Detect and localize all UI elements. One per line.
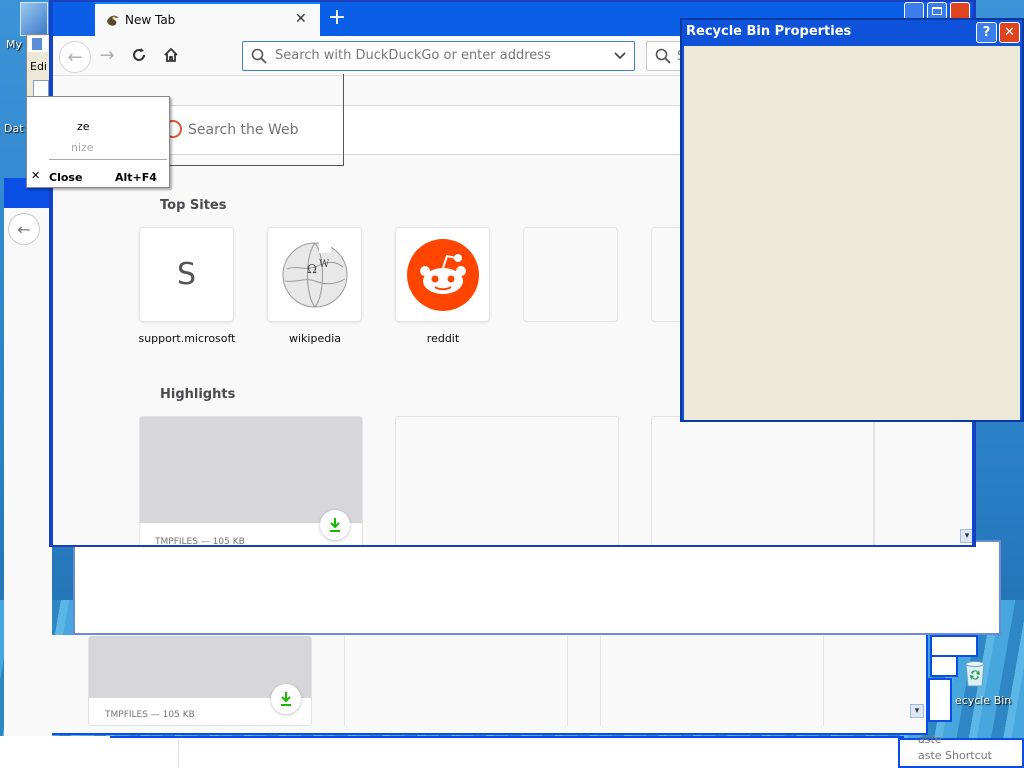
top-site-tile-wikipedia[interactable]: Ω W — [267, 227, 362, 322]
highlight-empty-slot — [395, 416, 619, 545]
highlight-card[interactable]: TMPFILES — 105 KB — [139, 416, 363, 545]
back-highlight-empty-2 — [600, 636, 824, 726]
recycle-bin-properties-dialog: Recycle Bin Properties ? ✕ — [680, 18, 1024, 422]
stacked-window-edge-2 — [930, 655, 958, 677]
scroll-down-arrow[interactable]: ▾ — [960, 529, 972, 543]
paste-shortcut-menu-item[interactable]: aste Shortcut — [918, 749, 992, 762]
recycle-bin-label: ecycle Bin — [955, 694, 1012, 707]
help-icon: ? — [982, 25, 991, 40]
back-download-icon[interactable] — [271, 684, 301, 714]
background-window-icon — [28, 36, 48, 52]
close-menu-icon: ✕ — [31, 169, 41, 182]
maximize-icon — [932, 7, 942, 15]
top-site-letter: S — [176, 257, 197, 292]
wikipedia-globe-icon: Ω W — [282, 242, 347, 307]
url-bar[interactable] — [242, 41, 635, 71]
paste-menu-item[interactable]: aste — [918, 733, 942, 746]
top-site-tile-support-microsoft[interactable]: S — [139, 227, 234, 322]
bottom-window-strip-inner — [178, 738, 898, 768]
highlights-heading: Highlights — [160, 387, 236, 402]
highlight-thumbnail — [140, 417, 362, 523]
menu-item-close[interactable]: Close — [49, 171, 82, 184]
highlight-empty-slot — [651, 416, 875, 545]
svg-text:W: W — [319, 259, 330, 270]
top-site-tile-reddit[interactable] — [395, 227, 490, 322]
searchbar-search-icon — [655, 48, 671, 67]
top-site-label-support-microsoft: support.microsoft — [138, 332, 236, 345]
stacked-window-edge-3 — [928, 678, 952, 722]
my-computer-icon[interactable] — [20, 2, 48, 36]
url-dropdown-chevron-icon[interactable] — [613, 48, 627, 65]
home-icon — [164, 47, 178, 62]
dialog-close-button[interactable]: ✕ — [999, 22, 1020, 43]
stacked-window-edge-1 — [930, 635, 978, 657]
top-sites-heading: Top Sites — [160, 198, 227, 213]
tab-title: New Tab — [125, 13, 176, 27]
url-input[interactable] — [275, 48, 595, 63]
top-site-label-wikipedia: wikipedia — [288, 332, 341, 345]
svg-text:Ω: Ω — [307, 262, 317, 276]
help-button[interactable]: ? — [976, 22, 997, 43]
top-site-label-reddit: reddit — [426, 332, 460, 345]
close-icon: ✕ — [1004, 25, 1015, 40]
firefox-tab-icon — [105, 12, 121, 28]
highlight-partial-slot — [873, 416, 961, 545]
menu-item-maximize[interactable]: ze — [77, 120, 90, 133]
menu-separator — [49, 159, 167, 160]
window-system-menu: ze nize ✕ Close Alt+F4 — [26, 96, 170, 188]
back-browser-back-button[interactable]: ← — [8, 213, 40, 245]
dialog-title: Recycle Bin Properties — [686, 24, 852, 39]
reload-button[interactable] — [125, 41, 153, 69]
highlight-meta: TMPFILES — 105 KB — [155, 537, 245, 545]
bottom-left-window — [0, 736, 110, 768]
edit-menu-label[interactable]: Edi — [30, 60, 47, 73]
back-browser-body-left — [4, 208, 52, 738]
home-button[interactable] — [157, 41, 185, 69]
tab-close-icon[interactable]: ✕ — [295, 11, 307, 27]
my-computer-label: My — [6, 38, 23, 51]
menu-item-close-shortcut: Alt+F4 — [115, 171, 157, 184]
reload-icon — [133, 48, 145, 61]
back-highlight-card[interactable]: TMPFILES — 105 KB — [88, 636, 312, 726]
new-tab-plus-icon[interactable]: + — [325, 7, 349, 31]
top-site-empty-slot[interactable] — [523, 227, 618, 322]
back-highlight-empty-1 — [344, 636, 568, 726]
tab-new-tab[interactable]: New Tab ✕ — [95, 2, 320, 36]
date-label: Dat — [4, 122, 24, 135]
forward-button[interactable]: → — [93, 41, 121, 69]
menu-item-minimize[interactable]: nize — [71, 141, 94, 154]
back-button[interactable]: ← — [59, 41, 91, 73]
recycle-bin-icon[interactable] — [962, 658, 988, 688]
download-icon[interactable] — [320, 510, 350, 540]
back-highlight-meta: TMPFILES — 105 KB — [105, 710, 195, 720]
back-scroll-down-arrow[interactable]: ▾ — [910, 704, 924, 718]
reddit-alien-icon — [406, 238, 479, 311]
dialog-body — [684, 46, 1020, 420]
search-icon — [251, 48, 267, 67]
background-window-white — [73, 540, 1001, 635]
